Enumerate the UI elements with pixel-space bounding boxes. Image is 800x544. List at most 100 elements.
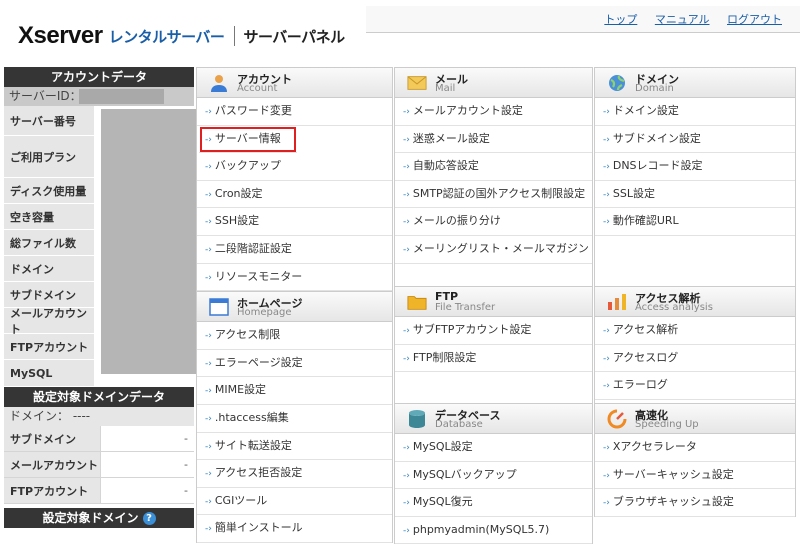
target-domain-title: 設定対象ドメイン? bbox=[4, 508, 194, 528]
section-subtitle: Database bbox=[435, 419, 483, 430]
domain-label: ドメイン： ---- bbox=[4, 407, 194, 426]
account-row-label: MySQL bbox=[4, 360, 94, 386]
domain-row-value: - bbox=[100, 452, 194, 477]
section-subtitle: Speeding Up bbox=[635, 419, 699, 430]
section-account: アカウント Account -› パスワード変更 -› サーバー情報 -› バックアッ… bbox=[196, 67, 393, 292]
header: Xserver レンタルサーバー サーバーパネル トップ マニュアル ログアウト bbox=[0, 0, 800, 66]
menu-access-restriction[interactable]: -› アクセス制限 bbox=[197, 322, 392, 350]
menu-x-accelerator[interactable]: -› Xアクセラレータ bbox=[595, 434, 795, 462]
account-row-label: ご利用プラン bbox=[4, 136, 94, 177]
account-row-label: サブドメイン bbox=[4, 282, 94, 307]
section-subtitle: Account bbox=[237, 83, 278, 94]
menu-error-log[interactable]: -› エラーログ bbox=[595, 372, 795, 400]
account-row-label: FTPアカウント bbox=[4, 334, 94, 359]
domain-row-value: - bbox=[100, 478, 194, 503]
account-icon bbox=[209, 73, 229, 92]
menu-ftp-restriction[interactable]: -› FTP制限設定 bbox=[395, 345, 592, 373]
menu-access-analysis[interactable]: -› アクセス解析 bbox=[595, 317, 795, 345]
menu-mysql[interactable]: -› MySQL設定 bbox=[395, 434, 592, 462]
globe-icon bbox=[607, 73, 627, 92]
menu-2fa[interactable]: -› 二段階認証設定 bbox=[197, 236, 392, 264]
account-row-label: サーバー番号 bbox=[4, 106, 94, 135]
redacted-server-id bbox=[79, 89, 164, 104]
domain-row-label: メールアカウント bbox=[4, 452, 100, 477]
top-links-bar: トップ マニュアル ログアウト bbox=[366, 6, 800, 33]
account-row-label: 空き容量 bbox=[4, 204, 94, 229]
menu-resource-monitor[interactable]: -› リソースモニター bbox=[197, 264, 392, 292]
manual-link[interactable]: マニュアル bbox=[655, 13, 710, 26]
menu-column-2: メール Mail -› メールアカウント設定 -› 迷惑メール設定 -› 自動応答設定… bbox=[394, 67, 593, 544]
menu-cgi-tools[interactable]: -› CGIツール bbox=[197, 488, 392, 516]
domain-row-value: - bbox=[100, 426, 194, 451]
menu-access-log[interactable]: -› アクセスログ bbox=[595, 345, 795, 373]
menu-sub-ftp[interactable]: -› サブFTPアカウント設定 bbox=[395, 317, 592, 345]
menu-mysql-backup[interactable]: -› MySQLバックアップ bbox=[395, 462, 592, 490]
redacted-account-values bbox=[101, 109, 197, 374]
account-data-table: サーバー番号 ご利用プラン ディスク使用量 空き容量 総ファイル数 ドメイン サ… bbox=[4, 106, 197, 387]
menu-server-cache[interactable]: -› サーバーキャッシュ設定 bbox=[595, 462, 795, 490]
menu-smtp-restriction[interactable]: -› SMTP認証の国外アクセス制限設定 bbox=[395, 181, 592, 209]
menu-auto-reply[interactable]: -› 自動応答設定 bbox=[395, 153, 592, 181]
menu-browser-cache[interactable]: -› ブラウザキャッシュ設定 bbox=[595, 489, 795, 517]
section-subtitle: Access analysis bbox=[635, 302, 713, 313]
section-access-analysis: アクセス解析 Access analysis -› アクセス解析 -› アクセスログ… bbox=[594, 286, 796, 403]
logo[interactable]: Xserver レンタルサーバー サーバーパネル bbox=[18, 20, 345, 52]
menu-password-change[interactable]: -› パスワード変更 bbox=[197, 98, 392, 126]
menu-domain-settings[interactable]: -› ドメイン設定 bbox=[595, 98, 795, 126]
menu-error-page[interactable]: -› エラーページ設定 bbox=[197, 350, 392, 378]
section-domain: ドメイン Domain -› ドメイン設定 -› サブドメイン設定 -› DNSレコー… bbox=[594, 67, 796, 286]
server-id-row: サーバーID： bbox=[4, 87, 194, 106]
logo-sub: レンタルサーバー bbox=[108, 27, 225, 46]
menu-mailing-list[interactable]: -› メーリングリスト・メールマガジン bbox=[395, 236, 592, 264]
sidebar: アカウントデータ サーバーID： サーバー番号 ご利用プラン ディスク使用量 空… bbox=[4, 67, 197, 528]
logo-brand: Xserver bbox=[18, 22, 103, 49]
section-homepage: ホームページ Homepage -› アクセス制限 -› エラーページ設定 -› MI… bbox=[196, 291, 393, 543]
mail-icon bbox=[407, 73, 427, 92]
menu-test-url[interactable]: -› 動作確認URL bbox=[595, 208, 795, 236]
section-speed: 高速化 Speeding Up -› Xアクセラレータ -› サーバーキャッシュ設定… bbox=[594, 403, 796, 517]
server-id-label: サーバーID： bbox=[9, 89, 82, 103]
chart-icon bbox=[607, 292, 627, 311]
menu-phpmyadmin[interactable]: -› phpmyadmin(MySQL5.7) bbox=[395, 517, 592, 544]
menu-mail-filter[interactable]: -› メールの振り分け bbox=[395, 208, 592, 236]
account-row-label: ドメイン bbox=[4, 256, 94, 281]
section-mail: メール Mail -› メールアカウント設定 -› 迷惑メール設定 -› 自動応答設定… bbox=[394, 67, 593, 286]
logout-link[interactable]: ログアウト bbox=[727, 13, 782, 26]
database-icon bbox=[407, 409, 427, 428]
menu-mail-account[interactable]: -› メールアカウント設定 bbox=[395, 98, 592, 126]
menu-mysql-restore[interactable]: -› MySQL復元 bbox=[395, 489, 592, 517]
account-data-title: アカウントデータ bbox=[4, 67, 194, 87]
top-link[interactable]: トップ bbox=[604, 13, 637, 26]
menu-column-1: アカウント Account -› パスワード変更 -› サーバー情報 -› バックアッ… bbox=[196, 67, 393, 543]
menu-backup[interactable]: -› バックアップ bbox=[197, 153, 392, 181]
menu-column-3: ドメイン Domain -› ドメイン設定 -› サブドメイン設定 -› DNSレコー… bbox=[594, 67, 796, 517]
menu-site-redirect[interactable]: -› サイト転送設定 bbox=[197, 433, 392, 461]
menu-access-deny[interactable]: -› アクセス拒否設定 bbox=[197, 460, 392, 488]
logo-divider bbox=[234, 26, 236, 46]
menu-dns[interactable]: -› DNSレコード設定 bbox=[595, 153, 795, 181]
section-subtitle: File Transfer bbox=[435, 302, 496, 313]
menu-htaccess[interactable]: -› .htaccess編集 bbox=[197, 405, 392, 433]
menu-server-info[interactable]: -› サーバー情報 bbox=[199, 126, 297, 154]
menu-mime[interactable]: -› MIME設定 bbox=[197, 377, 392, 405]
domain-row-label: サブドメイン bbox=[4, 426, 100, 451]
help-icon[interactable]: ? bbox=[142, 512, 156, 525]
account-row-label: メールアカウント bbox=[4, 307, 94, 336]
domain-row-label: FTPアカウント bbox=[4, 478, 100, 503]
speed-icon bbox=[607, 409, 627, 428]
logo-panel: サーバーパネル bbox=[243, 27, 345, 46]
domain-data-title: 設定対象ドメインデータ bbox=[4, 387, 194, 407]
target-domain-label: 設定対象ドメイン bbox=[42, 511, 139, 525]
menu-spam[interactable]: -› 迷惑メール設定 bbox=[395, 126, 592, 154]
menu-ssl[interactable]: -› SSL設定 bbox=[595, 181, 795, 209]
menu-easy-install[interactable]: -› 簡単インストール bbox=[197, 515, 392, 543]
section-subtitle: Domain bbox=[635, 83, 674, 94]
folder-icon bbox=[407, 292, 427, 311]
section-database: データベース Database -› MySQL設定 -› MySQLバックアップ … bbox=[394, 403, 593, 544]
homepage-icon bbox=[209, 297, 229, 316]
menu-cron[interactable]: -› Cron設定 bbox=[197, 181, 392, 209]
section-subtitle: Mail bbox=[435, 83, 456, 94]
menu-subdomain[interactable]: -› サブドメイン設定 bbox=[595, 126, 795, 154]
menu-ssh[interactable]: -› SSH設定 bbox=[197, 208, 392, 236]
account-row-label: 総ファイル数 bbox=[4, 230, 94, 255]
